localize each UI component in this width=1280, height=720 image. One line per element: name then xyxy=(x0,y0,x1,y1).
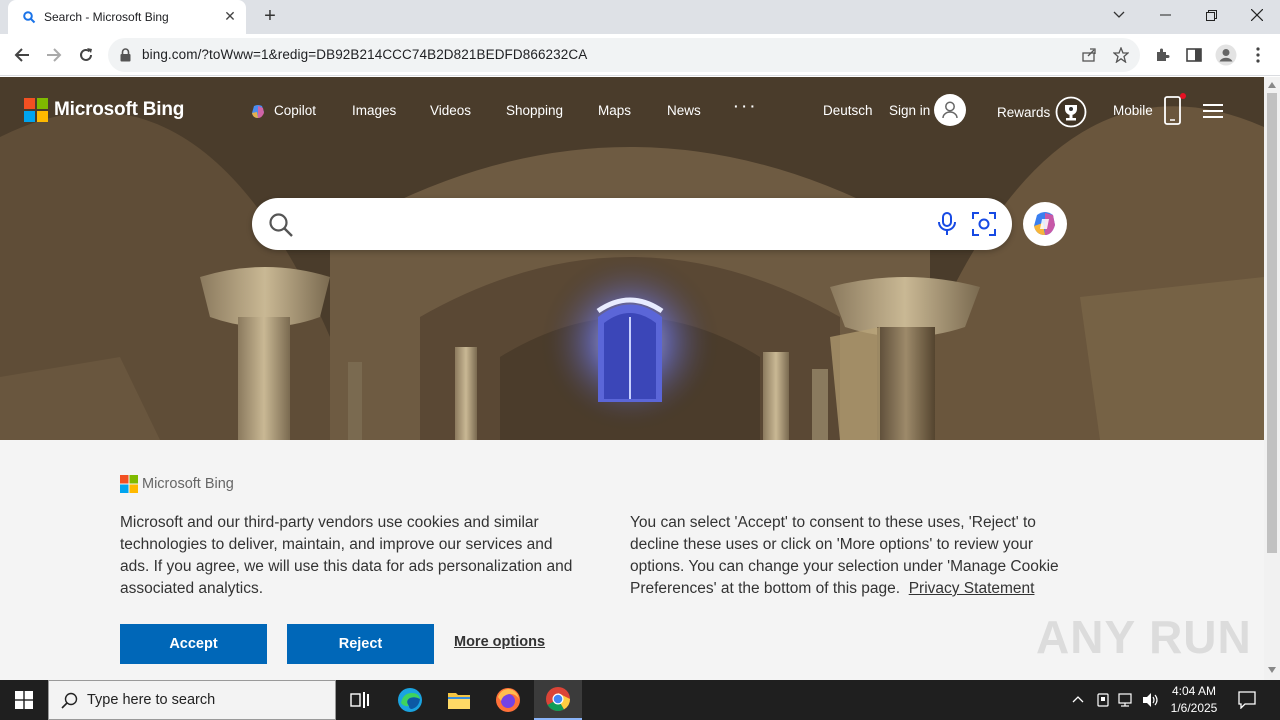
user-avatar-icon[interactable] xyxy=(934,94,966,126)
taskbar-search-icon xyxy=(61,692,78,709)
search-box[interactable] xyxy=(252,198,1012,250)
bing-search-icon xyxy=(23,11,36,24)
crypt-photo xyxy=(0,77,1264,440)
scroll-down-arrow-icon[interactable] xyxy=(1268,667,1276,673)
cookie-text-right: You can select 'Accept' to consent to th… xyxy=(630,512,1080,600)
browser-toolbar: bing.com/?toWww=1&redig=DB92B214CCC74B2D… xyxy=(0,34,1280,76)
chrome-menu-icon[interactable] xyxy=(1244,41,1272,69)
cookie-banner-logo: Microsoft Bing xyxy=(120,475,234,493)
anyrun-watermark: ANY RUN xyxy=(1036,611,1252,663)
reload-icon[interactable] xyxy=(72,41,100,69)
forward-arrow-icon[interactable] xyxy=(40,41,68,69)
scrollbar-thumb[interactable] xyxy=(1267,93,1277,553)
more-options-link[interactable]: More options xyxy=(454,634,545,650)
page-scrollbar[interactable] xyxy=(1264,77,1280,680)
tab-close-icon[interactable]: ✕ xyxy=(222,8,238,24)
cookie-text-left: Microsoft and our third-party vendors us… xyxy=(120,514,573,597)
bing-logo[interactable]: Microsoft Bing xyxy=(24,97,184,123)
rewards-label[interactable]: Rewards xyxy=(997,105,1050,120)
microphone-icon[interactable] xyxy=(936,211,958,237)
network-icon[interactable] xyxy=(1118,692,1136,708)
rewards-trophy-icon[interactable] xyxy=(1055,96,1087,128)
visual-search-camera-icon[interactable] xyxy=(971,211,997,237)
close-window-icon[interactable] xyxy=(1234,0,1280,30)
microsoft-logo-icon xyxy=(120,475,138,493)
bookmark-star-icon[interactable] xyxy=(1113,47,1129,63)
address-bar[interactable]: bing.com/?toWww=1&redig=DB92B214CCC74B2D… xyxy=(108,38,1140,72)
url-text[interactable]: bing.com/?toWww=1&redig=DB92B214CCC74B2D… xyxy=(142,47,587,62)
nav-shopping[interactable]: Shopping xyxy=(506,103,563,118)
profile-avatar-icon[interactable] xyxy=(1212,41,1240,69)
volume-icon[interactable] xyxy=(1142,692,1160,708)
reject-button[interactable]: Reject xyxy=(287,624,434,664)
language-link[interactable]: Deutsch xyxy=(823,103,873,118)
side-panel-icon[interactable] xyxy=(1180,41,1208,69)
nav-news[interactable]: News xyxy=(667,103,701,118)
nav-images[interactable]: Images xyxy=(352,103,396,118)
edge-browser-icon[interactable] xyxy=(386,680,434,720)
windows-taskbar: Type here to search 4:04 AM 1/6/2025 xyxy=(0,680,1280,720)
tab-search-chevron-icon[interactable] xyxy=(1096,0,1142,30)
task-view-icon[interactable] xyxy=(336,680,384,720)
brand-name: Microsoft Bing xyxy=(54,99,185,120)
chrome-taskbar-icon[interactable] xyxy=(534,680,582,720)
clock-time: 4:04 AM xyxy=(1171,684,1217,698)
hero-background-image: Microsoft Bing Copilot Images Videos Sho… xyxy=(0,77,1264,440)
windows-start-icon[interactable] xyxy=(0,680,48,720)
hamburger-menu-icon[interactable] xyxy=(1203,103,1223,119)
clock-date: 1/6/2025 xyxy=(1170,701,1218,715)
system-clock[interactable]: 4:04 AM 1/6/2025 xyxy=(1166,683,1222,717)
privacy-statement-link[interactable]: Privacy Statement xyxy=(909,580,1035,597)
notification-center-icon[interactable] xyxy=(1238,691,1256,709)
minimize-icon[interactable] xyxy=(1142,0,1188,30)
accept-button[interactable]: Accept xyxy=(120,624,267,664)
taskbar-search-placeholder: Type here to search xyxy=(87,692,216,708)
microsoft-logo-icon xyxy=(24,98,48,122)
tray-device-icon[interactable] xyxy=(1095,692,1111,708)
search-input[interactable] xyxy=(308,210,908,238)
nav-maps[interactable]: Maps xyxy=(598,103,631,118)
new-tab-button[interactable]: + xyxy=(258,5,282,29)
copilot-button-icon[interactable] xyxy=(1022,201,1068,247)
search-icon[interactable] xyxy=(268,212,294,238)
restore-icon[interactable] xyxy=(1188,0,1234,30)
file-explorer-icon[interactable] xyxy=(435,680,483,720)
browser-tab-active[interactable]: Search - Microsoft Bing ✕ xyxy=(8,0,246,34)
lock-icon[interactable] xyxy=(120,48,131,62)
share-icon[interactable] xyxy=(1081,47,1097,63)
bing-homepage: Microsoft Bing Copilot Images Videos Sho… xyxy=(0,77,1264,680)
firefox-icon[interactable] xyxy=(484,680,532,720)
nav-copilot[interactable]: Copilot xyxy=(274,103,316,118)
copilot-icon xyxy=(252,105,264,118)
taskbar-search-box[interactable]: Type here to search xyxy=(48,680,336,720)
tray-chevron-up-icon[interactable] xyxy=(1072,695,1084,703)
back-arrow-icon[interactable] xyxy=(8,41,36,69)
extensions-puzzle-icon[interactable] xyxy=(1148,41,1176,69)
mobile-label[interactable]: Mobile xyxy=(1113,103,1153,118)
cookie-banner-brand: Microsoft Bing xyxy=(142,476,234,492)
mobile-phone-icon[interactable] xyxy=(1162,93,1188,127)
nav-videos[interactable]: Videos xyxy=(430,103,471,118)
tab-title: Search - Microsoft Bing xyxy=(44,10,169,24)
nav-more-icon[interactable]: · · · xyxy=(734,99,755,114)
browser-tab-strip: Search - Microsoft Bing ✕ + xyxy=(0,0,1280,34)
sign-in-link[interactable]: Sign in xyxy=(889,103,930,118)
scroll-up-arrow-icon[interactable] xyxy=(1268,82,1276,88)
